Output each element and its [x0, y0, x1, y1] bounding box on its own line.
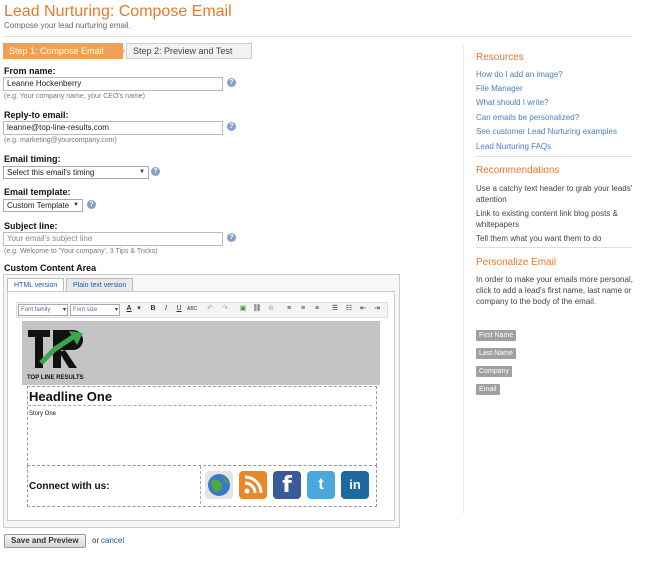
token-company[interactable]: Company [476, 366, 512, 377]
strikethrough-icon[interactable]: ABC [187, 304, 197, 314]
font-size-select[interactable]: Font size ▾ [70, 304, 120, 316]
personalize-heading: Personalize Email [476, 257, 557, 268]
rss-icon[interactable] [239, 471, 267, 499]
from-name-hint: (e.g. Your company name, your CEO's name… [4, 93, 146, 100]
step-arrow [117, 43, 125, 59]
chevron-down-icon[interactable]: ▾ [134, 304, 144, 314]
bold-icon[interactable]: B [148, 304, 158, 314]
step-preview-and-test[interactable]: Step 2: Preview and Test [126, 43, 252, 59]
token-first-name[interactable]: First Name [476, 330, 517, 341]
step-compose-email[interactable]: Step 1: Compose Email [3, 43, 123, 59]
undo-icon[interactable]: ↶ [205, 304, 215, 314]
reply-to-input[interactable]: leanne@top-line-results.com [3, 121, 223, 135]
font-color-icon[interactable]: A [124, 304, 134, 314]
resource-link[interactable]: Lead Nurturing FAQs [476, 142, 551, 151]
insert-image-icon[interactable]: ▣ [238, 304, 248, 314]
underline-icon[interactable]: U [174, 304, 184, 314]
resource-link[interactable]: Can emails be personalized? [476, 113, 579, 122]
page-subtitle: Compose your lead nurturing email. [4, 21, 131, 30]
help-icon[interactable]: ? [227, 122, 236, 131]
sidebar-rule [476, 247, 632, 248]
or-text: or [92, 536, 100, 545]
globe-icon[interactable] [205, 471, 233, 499]
email-timing-value: Select this email's timing [7, 168, 95, 177]
sidebar-divider [463, 44, 464, 514]
custom-content-label: Custom Content Area [4, 263, 97, 273]
header-divider [4, 36, 632, 37]
help-icon[interactable]: ? [151, 167, 160, 176]
resource-link[interactable]: What should I write? [476, 98, 548, 107]
resource-link[interactable]: How do I add an image? [476, 70, 563, 79]
save-and-preview-button[interactable]: Save and Preview [4, 534, 86, 548]
from-name-input[interactable]: Leanne Hockenberry [3, 77, 223, 91]
logo-caption: TOP LINE RESULTS [27, 375, 84, 381]
from-name-label: From name: [4, 66, 56, 76]
unlink-icon[interactable]: ⊘ [266, 304, 276, 314]
italic-icon[interactable]: I [161, 304, 171, 314]
indent-icon[interactable]: ⇥ [372, 304, 382, 314]
facebook-icon[interactable]: f [273, 471, 301, 499]
outdent-icon[interactable]: ⇤ [358, 304, 368, 314]
recommendation-item: Use a catchy text header to grab your le… [476, 184, 633, 204]
story-text[interactable]: Story One [29, 411, 56, 417]
bullet-list-icon[interactable]: ☰ [330, 304, 340, 314]
help-icon[interactable]: ? [227, 233, 236, 242]
reply-to-hint: (e.g. marketing@yourcompany.com) [4, 137, 117, 144]
subject-line-label: Subject line: [4, 221, 58, 231]
recommendations-heading: Recommendations [476, 165, 560, 176]
page-title: Lead Nurturing: Compose Email [4, 3, 232, 20]
align-right-icon[interactable]: ≡ [312, 304, 322, 314]
email-template-value: Custom Template [7, 201, 70, 210]
email-timing-label: Email timing: [4, 154, 61, 164]
connect-text[interactable]: Connect with us: [29, 481, 110, 492]
twitter-icon[interactable]: t [307, 471, 335, 499]
email-template-label: Email template: [4, 187, 71, 197]
recommendation-item: Link to existing content link blog posts… [476, 209, 618, 229]
redo-icon[interactable]: ↷ [220, 304, 230, 314]
personalize-description: In order to make your emails more person… [476, 275, 633, 306]
numbered-list-icon[interactable]: ☷ [344, 304, 354, 314]
reply-to-label: Reply-to email: [4, 110, 69, 120]
recommendation-item: Tell them what you want them to do [476, 234, 602, 243]
subject-line-hint: (e.g. Welcome to 'Your company', 3 Tips … [4, 248, 158, 255]
story-block[interactable] [28, 405, 372, 464]
resources-heading: Resources [476, 52, 524, 63]
link-icon[interactable]: ⛓ [252, 304, 262, 314]
token-last-name[interactable]: Last Name [476, 348, 516, 359]
font-family-select[interactable]: Font family ▾ [18, 304, 68, 316]
subject-line-input[interactable]: Your email's subject line [3, 232, 223, 246]
resource-link[interactable]: See customer Lead Nurturing examples [476, 127, 617, 136]
sidebar-rule [476, 156, 632, 157]
token-email[interactable]: Email [476, 384, 500, 395]
headline-text[interactable]: Headline One [29, 389, 112, 404]
linkedin-icon[interactable]: in [341, 471, 369, 499]
email-template-select[interactable]: Custom Template ▼ [3, 199, 83, 212]
chevron-down-icon: ▼ [139, 169, 145, 175]
align-left-icon[interactable]: ≡ [284, 304, 294, 314]
resource-link[interactable]: File Manager [476, 84, 523, 93]
email-timing-select[interactable]: Select this email's timing ▼ [3, 166, 149, 179]
chevron-down-icon: ▼ [73, 202, 79, 208]
align-center-icon[interactable]: ≡ [298, 304, 308, 314]
help-icon[interactable]: ? [227, 78, 236, 87]
help-icon[interactable]: ? [87, 200, 96, 209]
cancel-link[interactable]: cancel [101, 536, 124, 545]
